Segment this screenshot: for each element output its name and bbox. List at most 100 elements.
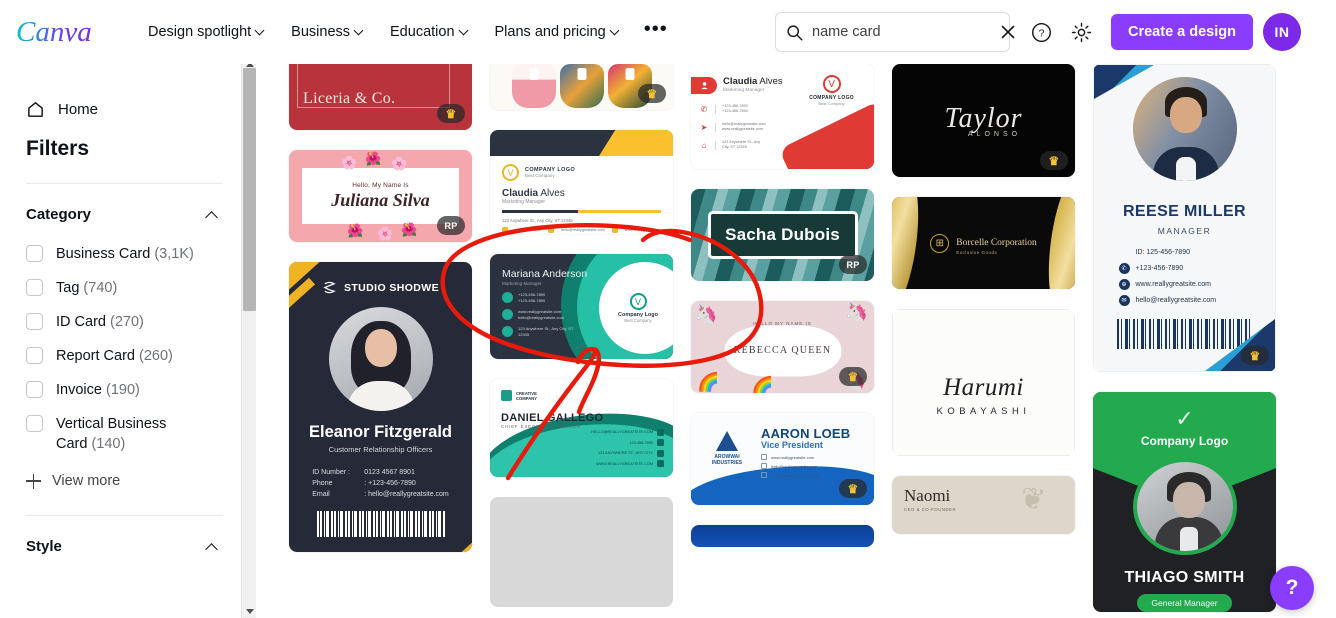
sidebar-scrollbar[interactable] <box>241 57 256 618</box>
checkbox[interactable] <box>26 347 43 364</box>
avatar[interactable]: IN <box>1263 13 1301 51</box>
card-brand: AROWWAI INDUSTRIES <box>705 431 749 466</box>
card-contact-info: ID: 125-456-7890 ✆ +123-456-7890 ⊕ www.rea… <box>1118 247 1251 306</box>
checkbox[interactable] <box>26 313 43 330</box>
results-column-4: Taylor ALONSO ♛ ⊞ Borcelle Corporation E… <box>892 64 1075 612</box>
search-box[interactable] <box>775 12 1015 52</box>
template-card-juliana[interactable]: 🌸 🌺 🌸 🌺 🌸 🌺 Hello, My Name Is Juliana Si… <box>289 150 472 242</box>
card-title: DANIEL GALLEGO <box>501 412 604 424</box>
filter-group-category-header[interactable]: Category <box>26 206 219 223</box>
phone-icon <box>502 292 513 303</box>
card-hello-label: HELLO MY NAME IS <box>753 320 812 326</box>
checkbox[interactable] <box>26 381 43 398</box>
template-card-mariana-anderson[interactable]: V Company Logo Best Company Mariana Ande… <box>490 254 673 359</box>
template-card-liceria[interactable]: Liceria & Co. ♛ <box>289 64 472 130</box>
template-card-loading-placeholder[interactable] <box>490 497 673 607</box>
card-role: Customer Relationship Officers <box>328 445 433 454</box>
clear-search-icon[interactable] <box>999 23 1017 41</box>
filter-option-business-card[interactable]: Business Card (3,1K) <box>0 237 241 271</box>
nav-item-education[interactable]: Education <box>378 16 481 48</box>
main-nav: Design spotlight Business Education Plan… <box>136 16 678 48</box>
globe-icon: ⊕ <box>1118 279 1130 290</box>
id-icon <box>1119 247 1130 258</box>
scrollbar-thumb[interactable] <box>243 68 256 311</box>
phone-icon: ✆ <box>1118 263 1130 274</box>
search-input[interactable] <box>812 24 999 40</box>
create-a-design-button[interactable]: Create a design <box>1111 14 1253 50</box>
premium-crown-badge: ♛ <box>638 84 666 103</box>
plus-icon <box>26 473 41 489</box>
filter-option-id-card[interactable]: ID Card (270) <box>0 305 241 339</box>
pro-badge: RP <box>839 255 867 274</box>
filter-group-label: Category <box>26 206 92 223</box>
mail-icon: ✉ <box>1118 295 1130 306</box>
filter-label: Tag <box>56 280 80 296</box>
checkmark-logo-icon: ✓ <box>1175 406 1194 431</box>
nav-label: Business <box>291 23 351 40</box>
filter-group-style-header[interactable]: Style <box>26 538 219 555</box>
gear-icon[interactable] <box>1064 15 1098 49</box>
template-card-rebecca-queen[interactable]: 🦄 🦄 🌈 🦄 🌈 HELLO MY NAME IS REBECCA QUEEN… <box>691 301 874 393</box>
card-role: General Manager <box>1137 594 1232 612</box>
nav-item-design-spotlight[interactable]: Design spotlight <box>136 16 277 48</box>
filter-count: (140) <box>91 436 126 452</box>
more-menu-icon[interactable]: ••• <box>634 19 678 44</box>
portrait-photo <box>328 307 433 411</box>
person-icon <box>691 77 717 94</box>
filter-option-vertical-business-card[interactable]: Vertical Business Card (140) <box>0 407 241 461</box>
template-card-claudia-yellow[interactable]: V COMPANY LOGO Best Company Claudia Alve… <box>490 130 673 234</box>
template-card-daniel-gallego[interactable]: CREATIVE COMPANY DANIEL GALLEGO CHIEF EX… <box>490 379 673 477</box>
cursor-icon: ➤ <box>700 122 708 132</box>
globe-icon <box>502 309 513 320</box>
help-icon[interactable]: ? <box>1024 15 1058 49</box>
sidebar-item-home[interactable]: Home <box>26 100 241 119</box>
template-card-eleanor[interactable]: STUDIO SHODWE Eleanor Fitzgerald Custome… <box>289 262 472 552</box>
card-address: 123 Anywhere St., Any City, ST 12345 <box>502 218 573 223</box>
scroll-down-arrow-icon[interactable] <box>242 604 257 618</box>
card-role: MANAGER <box>1157 226 1212 236</box>
chevron-up-icon <box>206 210 219 219</box>
checkbox[interactable] <box>26 245 43 262</box>
template-card-harumi-kobayashi[interactable]: Harumi KOBAYASHI <box>892 309 1075 456</box>
template-card-sacha-dubois[interactable]: Sacha Dubois RP <box>691 189 874 281</box>
template-card-naomi[interactable]: ❦ Naomi CEO & CO-FOUNDER <box>892 476 1075 534</box>
card-contact-info: ID Number :0123 4567 8901 Phone: +123-45… <box>312 469 449 498</box>
filter-option-report-card[interactable]: Report Card (260) <box>0 339 241 373</box>
template-card-reese-miller[interactable]: REESE MILLER MANAGER ID: 125-456-7890 ✆ +… <box>1093 64 1276 372</box>
template-card-aaron-loeb[interactable]: AROWWAI INDUSTRIES AARON LOEB Vice Presi… <box>691 413 874 505</box>
filter-label: Business Card <box>56 246 151 262</box>
home-icon: ⌂ <box>701 140 707 150</box>
filter-option-invoice[interactable]: Invoice (190) <box>0 373 241 407</box>
card-brand: STUDIO SHODWE <box>322 280 439 295</box>
template-card-thiago-smith[interactable]: ✓ Company Logo THIAGO SMITH General Mana… <box>1093 392 1276 612</box>
canva-search-page: Canva Design spotlight Business Educatio… <box>0 0 1336 618</box>
template-card-claudia-red[interactable]: Claudia Alves Marketing Manager V COMPAN… <box>691 64 874 169</box>
card-title: Borcelle Corporation <box>956 237 1037 248</box>
view-more-button[interactable]: View more <box>26 473 241 489</box>
checkbox[interactable] <box>26 415 43 432</box>
phone-icon: ✆ <box>700 104 708 114</box>
card-title: Eleanor Fitzgerald <box>308 423 453 441</box>
nav-item-plans-and-pricing[interactable]: Plans and pricing <box>483 16 632 48</box>
filter-count: (740) <box>83 280 118 296</box>
template-card-borcelle[interactable]: ⊞ Borcelle Corporation Exclusive Goods <box>892 197 1075 289</box>
template-card-taylor-alonso[interactable]: Taylor ALONSO ♛ <box>892 64 1075 177</box>
card-title: REESE MILLER <box>1122 203 1247 220</box>
nav-item-business[interactable]: Business <box>279 16 376 48</box>
template-card-blue-partial[interactable] <box>691 525 874 547</box>
card-contact-info: www.reallygreatsite.com hello@reallygrea… <box>761 454 819 478</box>
mail-icon <box>761 463 767 469</box>
help-fab-button[interactable]: ? <box>1270 566 1314 610</box>
card-title: THIAGO SMITH <box>1124 569 1245 586</box>
company-logo-icon: V <box>502 164 519 181</box>
canva-logo[interactable]: Canva <box>16 15 108 49</box>
template-card-pastel-tags[interactable]: ♛ <box>490 64 673 110</box>
location-icon <box>657 449 664 457</box>
filters-sidebar: Home Filters Category Business Card (3,1… <box>0 64 241 618</box>
template-results-grid: Liceria & Co. ♛ 🌸 🌺 🌸 🌺 🌸 🌺 Hello, My Na… <box>257 64 1336 618</box>
home-icon <box>28 102 43 117</box>
company-logo-icon: V <box>822 75 841 93</box>
barcode-graphic <box>1116 319 1253 349</box>
checkbox[interactable] <box>26 279 43 296</box>
filter-option-tag[interactable]: Tag (740) <box>0 271 241 305</box>
